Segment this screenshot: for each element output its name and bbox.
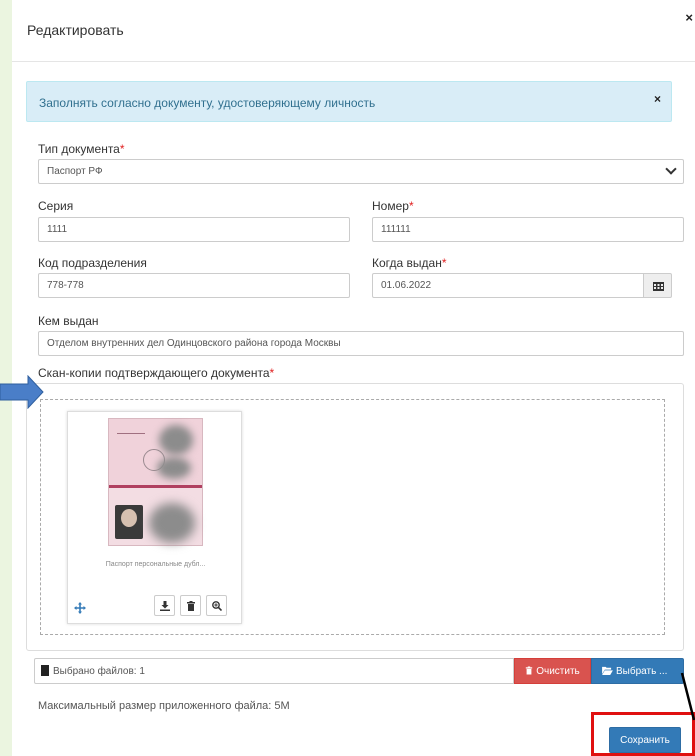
series-value: 1111 <box>47 224 68 235</box>
series-input[interactable]: 1111 <box>38 217 350 242</box>
doc-type-label: Тип документа* <box>38 142 125 156</box>
trash-icon <box>187 601 195 611</box>
scans-label-text: Скан-копии подтверждающего документа <box>38 366 270 380</box>
selected-files-text: Выбрано файлов: 1 <box>53 666 145 677</box>
doc-type-value: Паспорт РФ <box>47 166 103 177</box>
trash-icon <box>526 666 533 675</box>
modal-close-button[interactable]: × <box>685 10 693 25</box>
delete-button[interactable] <box>180 595 201 616</box>
division-code-value: 778-778 <box>47 280 84 291</box>
thumbnail-caption: Паспорт персональные дубл... <box>105 561 206 568</box>
selected-files-display: Выбрано файлов: 1 <box>34 658 514 684</box>
chevron-down-icon <box>665 163 677 175</box>
required-mark: * <box>441 256 447 270</box>
clear-button[interactable]: Очистить <box>514 658 591 684</box>
issue-date-value: 01.06.2022 <box>381 280 432 291</box>
number-label-text: Номер <box>372 199 409 213</box>
choose-button-label: Выбрать ... <box>616 666 668 677</box>
series-label: Серия <box>38 199 73 213</box>
blurred-region <box>157 457 191 479</box>
download-icon <box>160 601 170 611</box>
division-code-label-text: Код подразделения <box>38 256 147 270</box>
choose-files-button[interactable]: Выбрать ... <box>591 658 684 684</box>
move-icon[interactable] <box>74 602 86 614</box>
passport-scan-image <box>108 418 203 546</box>
download-button[interactable] <box>154 595 175 616</box>
calendar-icon <box>653 282 664 291</box>
max-file-size-note: Максимальный размер приложенного файла: … <box>38 700 290 712</box>
passport-divider <box>109 485 202 488</box>
scans-label: Скан-копии подтверждающего документа* <box>38 366 274 380</box>
annotation-line <box>680 672 695 721</box>
division-code-label: Код подразделения <box>38 256 147 270</box>
clear-button-label: Очистить <box>536 666 580 677</box>
alert-close-button[interactable]: × <box>654 92 661 106</box>
issued-by-label-text: Кем выдан <box>38 314 99 328</box>
annotation-arrow-icon <box>0 375 44 409</box>
issued-by-value: Отделом внутренних дел Одинцовского райо… <box>47 338 341 349</box>
issue-date-label: Когда выдан* <box>372 256 447 270</box>
required-mark: * <box>119 142 125 156</box>
passport-face <box>121 509 137 527</box>
modal-header: Редактировать <box>12 0 695 62</box>
zoom-button[interactable] <box>206 595 227 616</box>
doc-type-select[interactable]: Паспорт РФ <box>38 159 684 184</box>
blurred-region <box>149 503 195 543</box>
zoom-in-icon <box>212 601 222 611</box>
division-code-input[interactable]: 778-778 <box>38 273 350 298</box>
calendar-button[interactable] <box>643 273 672 298</box>
modal-title: Редактировать <box>27 22 124 38</box>
passport-stamp <box>117 433 145 445</box>
doc-type-label-text: Тип документа <box>38 142 120 156</box>
issued-by-input[interactable]: Отделом внутренних дел Одинцовского райо… <box>38 331 684 356</box>
file-thumbnail: Паспорт персональные дубл... <box>67 411 242 624</box>
info-alert: Заполнять согласно документу, удостоверя… <box>26 81 672 122</box>
blurred-region <box>159 425 193 455</box>
folder-open-icon <box>602 666 613 675</box>
number-input[interactable]: 111111 <box>372 217 684 242</box>
issue-date-input[interactable]: 01.06.2022 <box>372 273 644 298</box>
alert-text: Заполнять согласно документу, удостоверя… <box>39 96 376 110</box>
required-mark: * <box>269 366 275 380</box>
file-icon <box>41 665 49 676</box>
issued-by-label: Кем выдан <box>38 314 99 328</box>
issue-date-label-text: Когда выдан <box>372 256 442 270</box>
series-label-text: Серия <box>38 199 74 213</box>
number-label: Номер* <box>372 199 414 213</box>
number-value: 111111 <box>381 224 411 235</box>
required-mark: * <box>408 199 414 213</box>
